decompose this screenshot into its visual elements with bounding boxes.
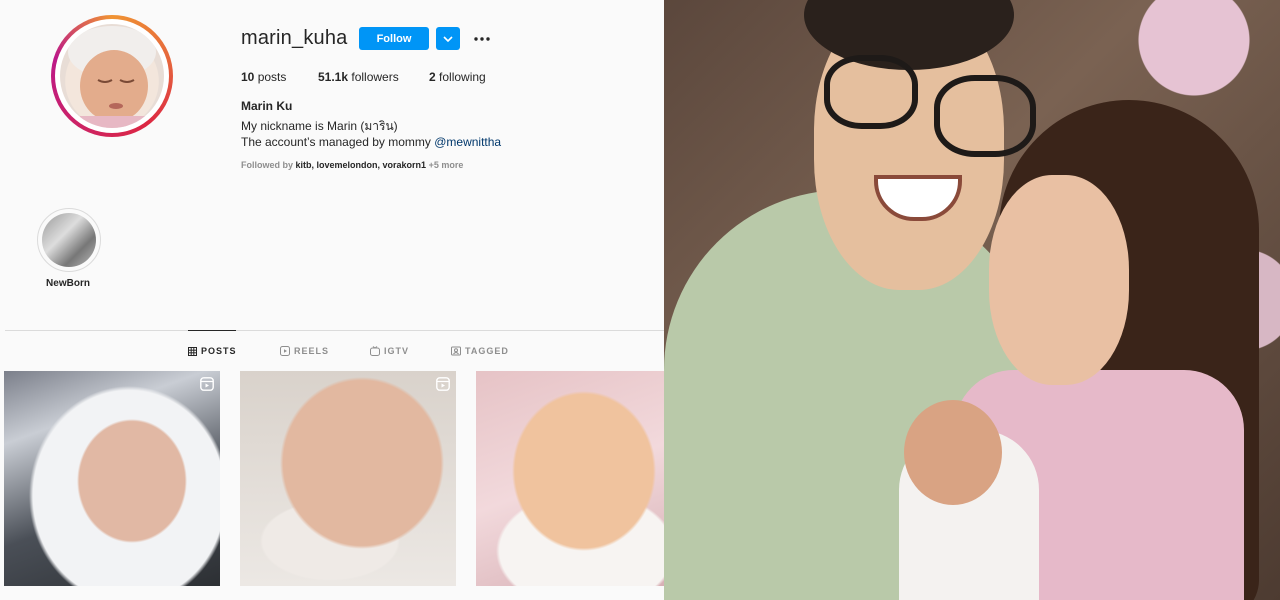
following-count-link[interactable]: 2 following — [429, 70, 486, 84]
bio-line: The account’s managed by mommy @mewnitth… — [241, 135, 502, 149]
igtv-icon — [370, 346, 380, 356]
tagged-icon — [451, 346, 461, 356]
bio-line: My nickname is Marin (มาริน) — [241, 119, 398, 133]
tab-tagged[interactable]: TAGGED — [451, 346, 509, 356]
profile-username: marin_kuha — [241, 27, 348, 49]
post-thumbnail[interactable] — [240, 371, 456, 586]
chevron-down-icon — [443, 35, 453, 42]
followed-by[interactable]: Followed by kitb, lovemelondon, vorakorn… — [241, 160, 463, 170]
post-thumbnail[interactable] — [4, 371, 220, 586]
reel-badge-icon — [436, 377, 450, 391]
instagram-profile-page: marin_kuha Follow 10 posts 51.1k followe… — [0, 0, 664, 600]
photo-baby-face — [904, 400, 1002, 505]
tab-reels[interactable]: REELS — [280, 346, 329, 356]
photo-glasses-lens — [934, 75, 1036, 157]
followed-by-more: +5 more — [428, 160, 464, 170]
avatar-image — [60, 24, 164, 128]
photo-glasses-lens — [824, 55, 918, 129]
posts-count: 10 posts — [241, 70, 287, 84]
more-options-button[interactable] — [470, 27, 494, 50]
followers-count-link[interactable]: 51.1k followers — [318, 70, 399, 84]
profile-avatar[interactable] — [51, 15, 173, 137]
reel-badge-icon — [200, 377, 214, 391]
photo-woman-face — [989, 175, 1129, 385]
follow-button[interactable]: Follow — [359, 27, 429, 50]
bio-full-name: Marin Ku — [241, 99, 293, 113]
baby-avatar-illustration — [68, 26, 156, 128]
family-photo — [664, 0, 1280, 600]
highlight-label: NewBorn — [46, 278, 90, 289]
suggested-accounts-dropdown-button[interactable] — [436, 27, 460, 50]
tab-igtv[interactable]: IGTV — [370, 346, 409, 356]
bio-mention-link[interactable]: @mewnittha — [434, 135, 501, 149]
active-tab-indicator — [188, 330, 236, 331]
highlight-cover-image — [42, 213, 96, 267]
grid-icon — [188, 346, 197, 356]
reels-icon — [280, 346, 290, 356]
followed-by-names: kitb, lovemelondon, vorakorn1 — [295, 160, 427, 170]
tabs-divider — [5, 330, 664, 331]
ellipsis-icon — [474, 36, 490, 41]
post-thumbnail[interactable] — [476, 371, 664, 586]
story-highlight[interactable] — [37, 208, 101, 272]
tab-posts[interactable]: POSTS — [188, 346, 237, 356]
